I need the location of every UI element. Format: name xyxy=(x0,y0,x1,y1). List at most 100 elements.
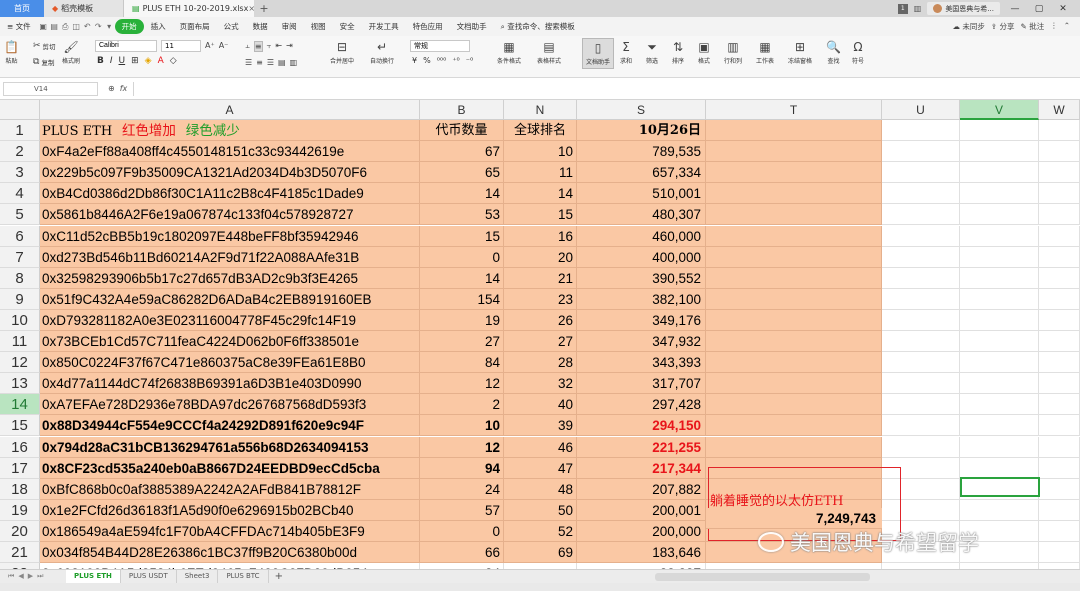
rank-cell[interactable]: 16 xyxy=(504,225,577,247)
value-cell[interactable]: 297,428 xyxy=(577,394,706,416)
cell-t[interactable] xyxy=(706,141,882,163)
more-icon[interactable]: ⋮ xyxy=(1050,21,1058,32)
justify-icon[interactable]: ▤ xyxy=(278,58,286,67)
row-header[interactable]: 13 xyxy=(0,373,40,395)
row-header[interactable]: 10 xyxy=(0,309,40,331)
cell-t[interactable] xyxy=(706,288,882,310)
quantity-cell[interactable]: 27 xyxy=(420,331,504,353)
address-cell[interactable]: 0x850C0224F37f67C471e860375aC8e39FEa61E8… xyxy=(40,352,420,374)
rank-cell[interactable]: 11 xyxy=(504,162,577,184)
column-header-v[interactable]: V xyxy=(960,100,1039,120)
row-header[interactable]: 9 xyxy=(0,288,40,310)
align-top-icon[interactable]: ⫠ xyxy=(245,41,250,52)
row-header[interactable]: 14 xyxy=(0,394,40,416)
menu-review[interactable]: 审阅 xyxy=(275,21,304,32)
customize-icon[interactable]: ▾ xyxy=(104,22,115,31)
cell-w[interactable] xyxy=(1039,415,1080,437)
row-header[interactable]: 16 xyxy=(0,436,40,458)
rank-cell[interactable]: 26 xyxy=(504,309,577,331)
number-format-select[interactable]: 常规 xyxy=(410,40,470,52)
cell-w[interactable] xyxy=(1039,331,1080,353)
cell-v[interactable] xyxy=(960,436,1039,458)
menu-page-layout[interactable]: 页面布局 xyxy=(173,21,217,32)
thousands-icon[interactable]: ⁰⁰⁰ xyxy=(437,56,447,65)
cell-w[interactable] xyxy=(1039,183,1080,205)
cell-w[interactable] xyxy=(1039,542,1080,564)
cell-u[interactable] xyxy=(882,246,960,268)
cell-w[interactable] xyxy=(1039,373,1080,395)
column-header-b[interactable]: B xyxy=(420,100,504,120)
value-cell[interactable]: 200,001 xyxy=(577,499,706,521)
add-sheet-button[interactable]: + xyxy=(269,571,289,582)
close-window-button[interactable]: ✕ xyxy=(1054,4,1072,14)
cell-w[interactable] xyxy=(1039,352,1080,374)
font-color-icon[interactable]: A xyxy=(158,56,164,66)
cell-v[interactable] xyxy=(960,309,1039,331)
minimize-button[interactable]: — xyxy=(1006,4,1024,14)
cell-t[interactable] xyxy=(706,120,882,142)
cell-u[interactable] xyxy=(882,183,960,205)
cell-t[interactable] xyxy=(706,331,882,353)
value-cell[interactable]: 382,100 xyxy=(577,288,706,310)
prev-sheet-icon[interactable]: ◀ xyxy=(18,572,23,581)
cell-u[interactable] xyxy=(882,394,960,416)
menu-view[interactable]: 视图 xyxy=(304,21,333,32)
cell-t[interactable] xyxy=(706,352,882,374)
row-header[interactable]: 5 xyxy=(0,204,40,226)
address-cell[interactable]: 0xd273Bd546b11Bd60214A2F9d71f22A088AAfe3… xyxy=(40,246,420,268)
cell-w[interactable] xyxy=(1039,499,1080,521)
rank-cell[interactable]: 21 xyxy=(504,267,577,289)
horizontal-scrollbar[interactable] xyxy=(655,573,870,581)
currency-icon[interactable]: ¥ xyxy=(412,56,417,65)
sort-button[interactable]: ⇅ 排序 xyxy=(672,40,684,65)
cell-w[interactable] xyxy=(1039,478,1080,500)
last-sheet-icon[interactable]: ⏭ xyxy=(37,572,43,581)
sum-button[interactable]: Σ 求和 xyxy=(620,40,632,65)
worksheet-button[interactable]: ▦ 工作表 xyxy=(756,40,774,65)
cell-v[interactable] xyxy=(960,267,1039,289)
value-cell[interactable]: 400,000 xyxy=(577,246,706,268)
rank-cell[interactable]: 23 xyxy=(504,288,577,310)
address-cell[interactable]: 0x1e2FCfd26d36183f1A5d90f0e6296915b02BCb… xyxy=(40,499,420,521)
cell-w[interactable] xyxy=(1039,309,1080,331)
row-header[interactable]: 19 xyxy=(0,499,40,521)
rank-cell[interactable]: 69 xyxy=(504,542,577,564)
cell-v[interactable] xyxy=(960,331,1039,353)
address-cell[interactable]: 0xB4Cd0386d2Db86f30C1A11c2B8c4F4185c1Dad… xyxy=(40,183,420,205)
next-sheet-icon[interactable]: ▶ xyxy=(28,572,33,581)
bold-icon[interactable]: B xyxy=(97,56,104,66)
quantity-cell[interactable]: 15 xyxy=(420,225,504,247)
collapse-ribbon-icon[interactable]: ⌃ xyxy=(1064,21,1070,32)
format-painter-button[interactable]: 🖌 格式刷 xyxy=(62,40,80,65)
menu-home[interactable]: 开始 xyxy=(114,19,144,34)
cell-v[interactable] xyxy=(960,394,1039,416)
paste-button[interactable]: 📋 粘贴 xyxy=(4,40,19,65)
row-header[interactable]: 7 xyxy=(0,246,40,268)
value-cell[interactable]: 207,882 xyxy=(577,478,706,500)
row-header[interactable]: 17 xyxy=(0,457,40,479)
cell-u[interactable] xyxy=(882,478,960,500)
wrap-text-button[interactable]: ↵ 自动换行 xyxy=(370,40,394,65)
share-button[interactable]: ⇪ 分享 xyxy=(991,21,1015,32)
symbol-button[interactable]: Ω 符号 xyxy=(852,40,864,65)
cell-v[interactable] xyxy=(960,162,1039,184)
rank-cell[interactable]: 39 xyxy=(504,415,577,437)
quantity-cell[interactable]: 94 xyxy=(420,457,504,479)
rank-cell[interactable]: 20 xyxy=(504,246,577,268)
address-cell[interactable]: 0x4d77a1144dC74f26838B69391a6D3B1e403D09… xyxy=(40,373,420,395)
cell-v[interactable] xyxy=(960,120,1039,142)
value-cell[interactable]: 221,255 xyxy=(577,436,706,458)
menu-data[interactable]: 数据 xyxy=(246,21,275,32)
indent-left-icon[interactable]: ⇤ xyxy=(275,41,282,52)
address-cell[interactable]: 0xD793281182A0e3E023116004778F45c29fc14F… xyxy=(40,309,420,331)
row-header[interactable]: 21 xyxy=(0,542,40,564)
quantity-cell[interactable]: 14 xyxy=(420,183,504,205)
menu-developer[interactable]: 开发工具 xyxy=(362,21,406,32)
cell-v[interactable] xyxy=(960,352,1039,374)
quantity-cell[interactable]: 14 xyxy=(420,267,504,289)
rank-cell[interactable]: 48 xyxy=(504,478,577,500)
cell-w[interactable] xyxy=(1039,436,1080,458)
cell-b1[interactable]: 代币数量 xyxy=(420,120,504,142)
cell-t[interactable] xyxy=(706,415,882,437)
font-name-select[interactable]: Calibri xyxy=(95,40,157,52)
